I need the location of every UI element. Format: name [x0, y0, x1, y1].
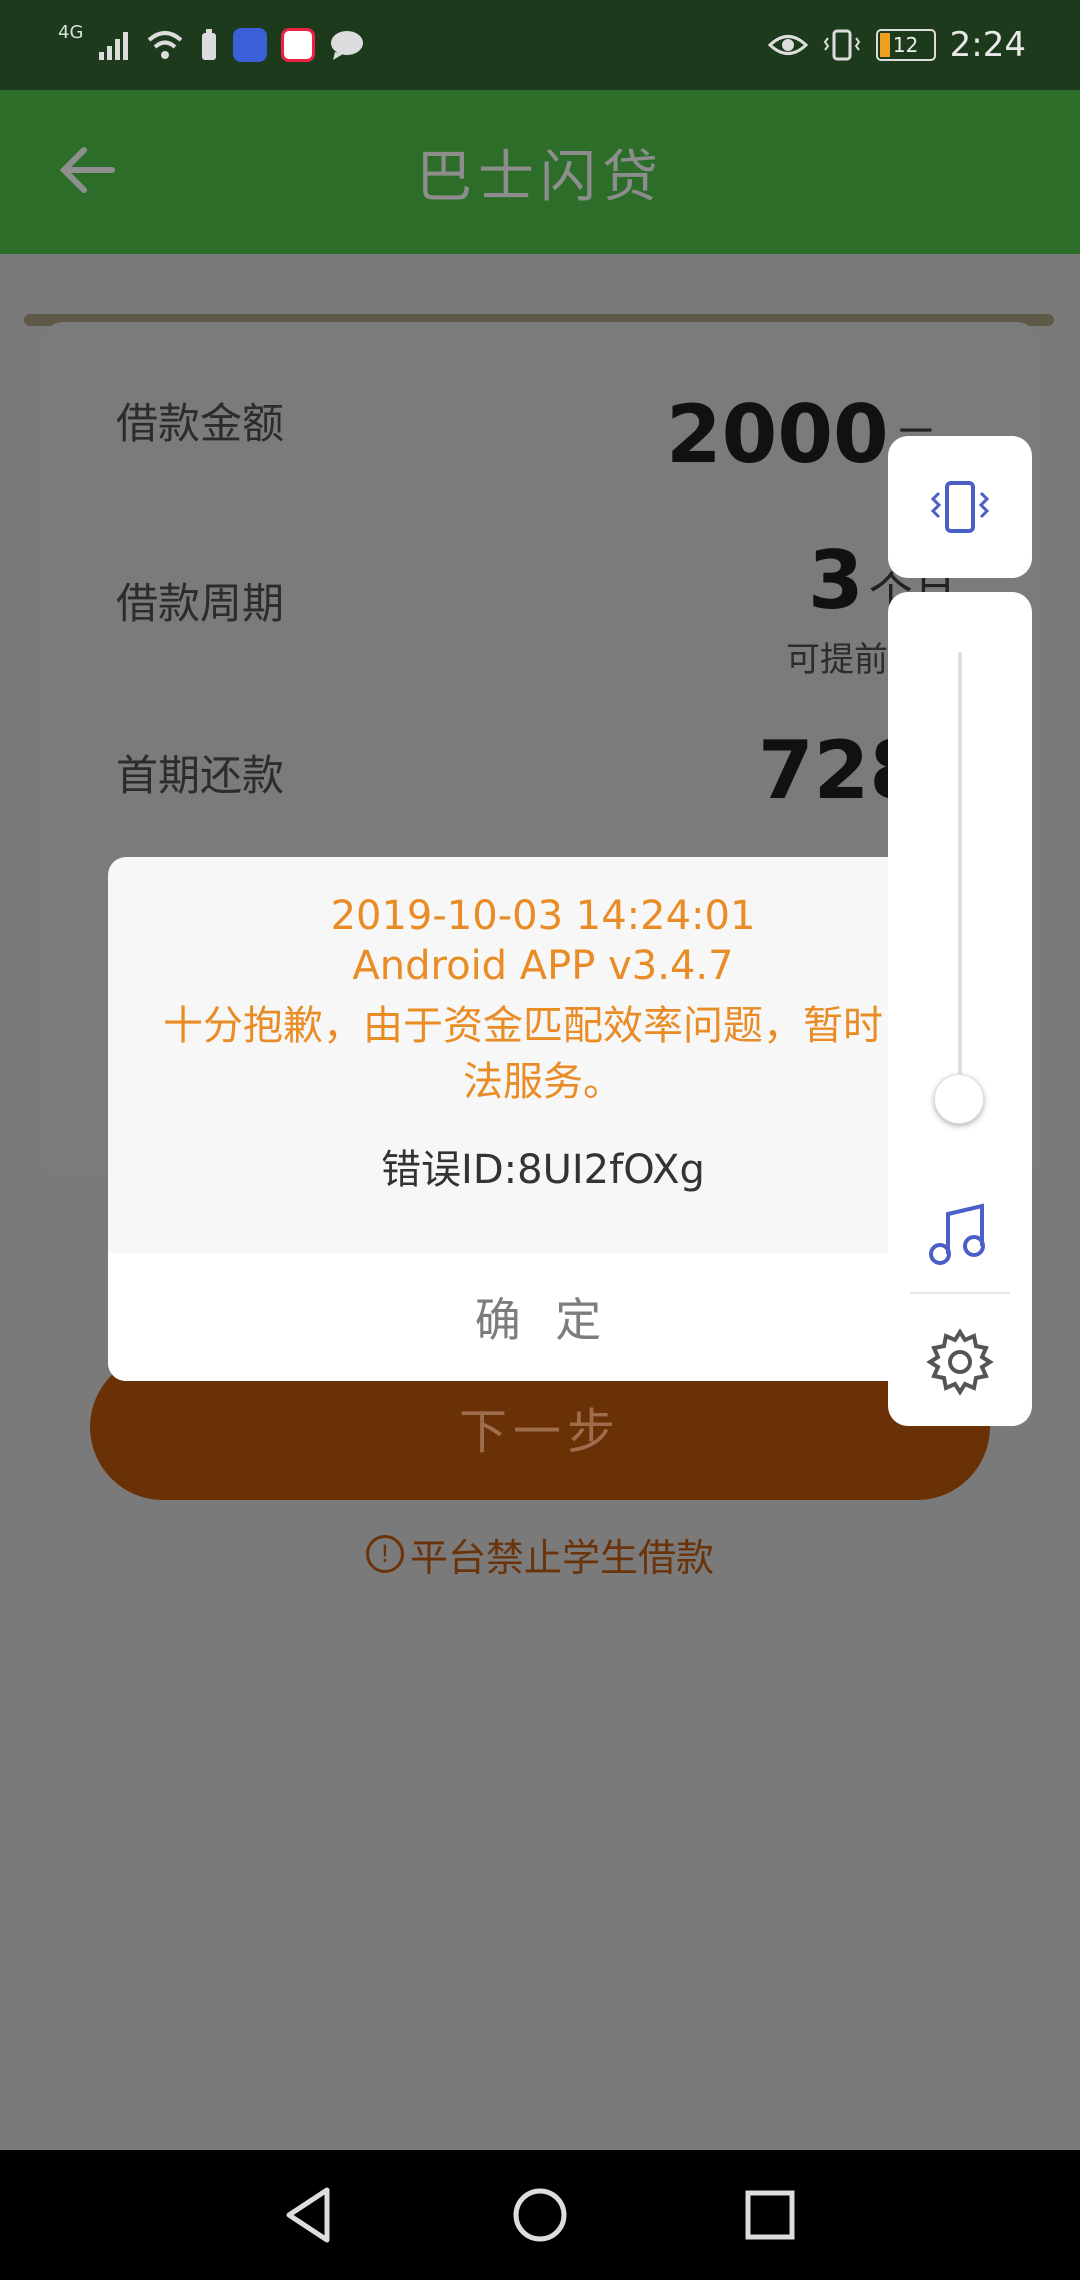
first-payment-label: 首期还款	[116, 751, 285, 800]
vibrate-toggle[interactable]	[888, 436, 1032, 578]
home-nav-icon[interactable]	[505, 2180, 575, 2250]
period-note: 可提前	[786, 640, 888, 680]
error-timestamp: 2019-10-03 14:24:01	[330, 893, 756, 939]
signal-icon	[99, 32, 129, 60]
student-loan-notice: ! 平台禁止学生借款	[0, 1524, 1080, 1584]
error-app-version: Android APP v3.4.7	[352, 943, 734, 989]
amount-label: 借款金额	[116, 399, 285, 448]
error-message-line2: 法服务。	[463, 1059, 623, 1105]
error-id: 错误ID:8UI2fOXg	[381, 1147, 705, 1193]
recents-nav-icon[interactable]	[735, 2180, 805, 2250]
warning-icon: !	[365, 1535, 404, 1573]
battery-indicator: 12	[875, 29, 936, 61]
confirm-button[interactable]: 确 定	[108, 1253, 978, 1381]
notice-text: 平台禁止学生借款	[409, 1535, 714, 1580]
status-left-icons: 4G	[58, 22, 365, 68]
battery-level: 12	[892, 33, 919, 57]
amount-value: 2000	[666, 388, 889, 481]
status-bar: 4G 12 2:24	[0, 0, 1080, 90]
error-message-line1: 十分抱歉，由于资金匹配效率问题，暂时	[163, 1003, 883, 1049]
vibrate-mode-icon	[930, 481, 990, 533]
browser-app-icon	[281, 28, 316, 62]
period-label: 借款周期	[116, 579, 285, 628]
page-title: 巴士闪贷	[416, 144, 664, 210]
status-time: 2:24	[949, 25, 1026, 65]
app-bar: 巴士闪贷	[0, 90, 1080, 254]
volume-panel	[888, 592, 1032, 1426]
volume-slider-thumb[interactable]	[934, 1074, 984, 1124]
back-arrow-icon[interactable]	[48, 130, 128, 210]
message-icon	[331, 31, 364, 60]
music-app-icon	[233, 28, 268, 62]
network-type-label: 4G	[58, 22, 84, 43]
back-nav-icon[interactable]	[275, 2180, 345, 2250]
status-right-icons: 12 2:24	[767, 22, 1026, 68]
battery-saver-icon	[202, 29, 217, 60]
error-dialog: 2019-10-03 14:24:01 Android APP v3.4.7 十…	[108, 857, 978, 1381]
music-note-icon[interactable]	[920, 1192, 1000, 1272]
navigation-bar	[0, 2150, 1080, 2280]
gear-icon[interactable]	[920, 1322, 1000, 1402]
volume-slider-track[interactable]	[958, 652, 962, 1122]
volume-panel-divider	[910, 1292, 1010, 1294]
period-value: 3	[808, 534, 864, 627]
wifi-icon	[148, 31, 183, 59]
vibrate-icon	[823, 29, 860, 61]
eye-comfort-icon	[767, 35, 808, 55]
